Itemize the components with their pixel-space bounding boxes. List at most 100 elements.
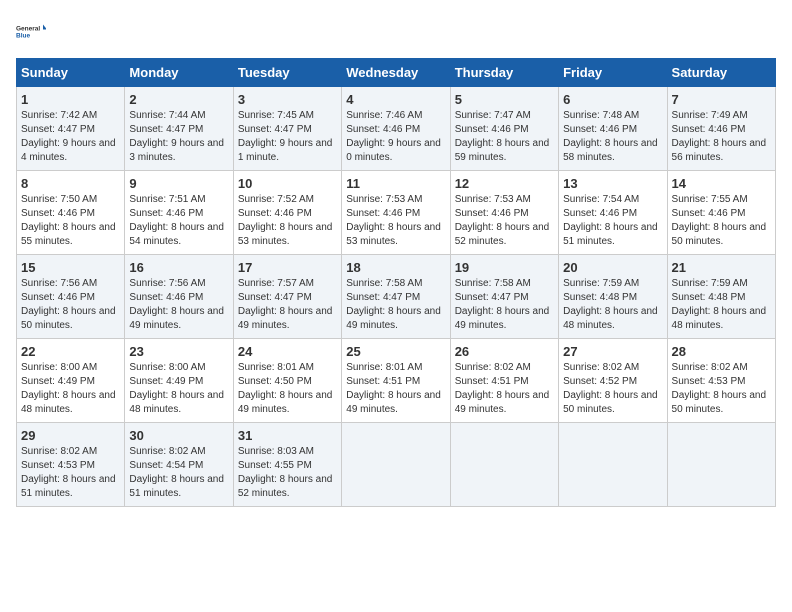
day-info: Sunrise: 8:00 AM Sunset: 4:49 PM Dayligh… xyxy=(129,361,228,417)
weekday-header-sunday: Sunday xyxy=(17,59,125,87)
week-row-1: 1 Sunrise: 7:42 AM Sunset: 4:47 PM Dayli… xyxy=(17,87,776,171)
day-number: 5 xyxy=(455,92,554,107)
calendar-cell: 5 Sunrise: 7:47 AM Sunset: 4:46 PM Dayli… xyxy=(450,87,558,171)
day-number: 21 xyxy=(672,260,771,275)
weekday-header-row: SundayMondayTuesdayWednesdayThursdayFrid… xyxy=(17,59,776,87)
day-number: 12 xyxy=(455,176,554,191)
day-info: Sunrise: 7:48 AM Sunset: 4:46 PM Dayligh… xyxy=(563,109,662,165)
day-number: 18 xyxy=(346,260,445,275)
day-number: 26 xyxy=(455,344,554,359)
day-number: 7 xyxy=(672,92,771,107)
calendar-cell: 12 Sunrise: 7:53 AM Sunset: 4:46 PM Dayl… xyxy=(450,171,558,255)
day-info: Sunrise: 8:02 AM Sunset: 4:52 PM Dayligh… xyxy=(563,361,662,417)
calendar-cell: 9 Sunrise: 7:51 AM Sunset: 4:46 PM Dayli… xyxy=(125,171,233,255)
day-number: 4 xyxy=(346,92,445,107)
calendar-cell: 2 Sunrise: 7:44 AM Sunset: 4:47 PM Dayli… xyxy=(125,87,233,171)
day-number: 20 xyxy=(563,260,662,275)
day-info: Sunrise: 7:46 AM Sunset: 4:46 PM Dayligh… xyxy=(346,109,445,165)
day-info: Sunrise: 7:56 AM Sunset: 4:46 PM Dayligh… xyxy=(129,277,228,333)
calendar-cell: 13 Sunrise: 7:54 AM Sunset: 4:46 PM Dayl… xyxy=(559,171,667,255)
day-number: 11 xyxy=(346,176,445,191)
calendar-cell: 17 Sunrise: 7:57 AM Sunset: 4:47 PM Dayl… xyxy=(233,255,341,339)
calendar-cell: 14 Sunrise: 7:55 AM Sunset: 4:46 PM Dayl… xyxy=(667,171,775,255)
day-info: Sunrise: 8:02 AM Sunset: 4:53 PM Dayligh… xyxy=(672,361,771,417)
day-info: Sunrise: 7:49 AM Sunset: 4:46 PM Dayligh… xyxy=(672,109,771,165)
day-number: 16 xyxy=(129,260,228,275)
weekday-header-thursday: Thursday xyxy=(450,59,558,87)
weekday-header-tuesday: Tuesday xyxy=(233,59,341,87)
calendar-cell: 22 Sunrise: 8:00 AM Sunset: 4:49 PM Dayl… xyxy=(17,339,125,423)
day-info: Sunrise: 7:55 AM Sunset: 4:46 PM Dayligh… xyxy=(672,193,771,249)
calendar-cell: 10 Sunrise: 7:52 AM Sunset: 4:46 PM Dayl… xyxy=(233,171,341,255)
calendar-cell: 28 Sunrise: 8:02 AM Sunset: 4:53 PM Dayl… xyxy=(667,339,775,423)
calendar-cell: 21 Sunrise: 7:59 AM Sunset: 4:48 PM Dayl… xyxy=(667,255,775,339)
day-number: 22 xyxy=(21,344,120,359)
calendar-cell: 20 Sunrise: 7:59 AM Sunset: 4:48 PM Dayl… xyxy=(559,255,667,339)
day-number: 31 xyxy=(238,428,337,443)
day-info: Sunrise: 7:50 AM Sunset: 4:46 PM Dayligh… xyxy=(21,193,120,249)
day-number: 25 xyxy=(346,344,445,359)
weekday-header-friday: Friday xyxy=(559,59,667,87)
svg-text:Blue: Blue xyxy=(16,33,30,40)
day-info: Sunrise: 7:56 AM Sunset: 4:46 PM Dayligh… xyxy=(21,277,120,333)
page-header: General Blue xyxy=(16,16,776,46)
day-number: 13 xyxy=(563,176,662,191)
day-info: Sunrise: 7:53 AM Sunset: 4:46 PM Dayligh… xyxy=(455,193,554,249)
day-number: 15 xyxy=(21,260,120,275)
calendar-cell: 23 Sunrise: 8:00 AM Sunset: 4:49 PM Dayl… xyxy=(125,339,233,423)
day-info: Sunrise: 7:42 AM Sunset: 4:47 PM Dayligh… xyxy=(21,109,120,165)
day-number: 29 xyxy=(21,428,120,443)
calendar-cell: 15 Sunrise: 7:56 AM Sunset: 4:46 PM Dayl… xyxy=(17,255,125,339)
day-info: Sunrise: 8:03 AM Sunset: 4:55 PM Dayligh… xyxy=(238,445,337,501)
week-row-2: 8 Sunrise: 7:50 AM Sunset: 4:46 PM Dayli… xyxy=(17,171,776,255)
day-number: 6 xyxy=(563,92,662,107)
calendar-cell: 26 Sunrise: 8:02 AM Sunset: 4:51 PM Dayl… xyxy=(450,339,558,423)
calendar-cell: 4 Sunrise: 7:46 AM Sunset: 4:46 PM Dayli… xyxy=(342,87,450,171)
weekday-header-saturday: Saturday xyxy=(667,59,775,87)
calendar-cell: 16 Sunrise: 7:56 AM Sunset: 4:46 PM Dayl… xyxy=(125,255,233,339)
day-number: 30 xyxy=(129,428,228,443)
day-info: Sunrise: 7:52 AM Sunset: 4:46 PM Dayligh… xyxy=(238,193,337,249)
day-info: Sunrise: 8:01 AM Sunset: 4:50 PM Dayligh… xyxy=(238,361,337,417)
day-info: Sunrise: 7:59 AM Sunset: 4:48 PM Dayligh… xyxy=(563,277,662,333)
day-info: Sunrise: 8:01 AM Sunset: 4:51 PM Dayligh… xyxy=(346,361,445,417)
calendar-cell: 11 Sunrise: 7:53 AM Sunset: 4:46 PM Dayl… xyxy=(342,171,450,255)
week-row-3: 15 Sunrise: 7:56 AM Sunset: 4:46 PM Dayl… xyxy=(17,255,776,339)
weekday-header-wednesday: Wednesday xyxy=(342,59,450,87)
calendar-cell: 1 Sunrise: 7:42 AM Sunset: 4:47 PM Dayli… xyxy=(17,87,125,171)
calendar-cell: 7 Sunrise: 7:49 AM Sunset: 4:46 PM Dayli… xyxy=(667,87,775,171)
day-number: 9 xyxy=(129,176,228,191)
day-info: Sunrise: 7:54 AM Sunset: 4:46 PM Dayligh… xyxy=(563,193,662,249)
day-info: Sunrise: 7:59 AM Sunset: 4:48 PM Dayligh… xyxy=(672,277,771,333)
calendar-cell xyxy=(667,423,775,507)
day-number: 27 xyxy=(563,344,662,359)
calendar-cell: 8 Sunrise: 7:50 AM Sunset: 4:46 PM Dayli… xyxy=(17,171,125,255)
day-number: 2 xyxy=(129,92,228,107)
logo-svg: General Blue xyxy=(16,16,46,46)
weekday-header-monday: Monday xyxy=(125,59,233,87)
day-number: 1 xyxy=(21,92,120,107)
calendar-cell xyxy=(559,423,667,507)
day-number: 23 xyxy=(129,344,228,359)
calendar-cell xyxy=(342,423,450,507)
day-info: Sunrise: 8:02 AM Sunset: 4:54 PM Dayligh… xyxy=(129,445,228,501)
calendar-cell: 25 Sunrise: 8:01 AM Sunset: 4:51 PM Dayl… xyxy=(342,339,450,423)
day-info: Sunrise: 7:51 AM Sunset: 4:46 PM Dayligh… xyxy=(129,193,228,249)
day-number: 3 xyxy=(238,92,337,107)
day-number: 28 xyxy=(672,344,771,359)
calendar-cell: 31 Sunrise: 8:03 AM Sunset: 4:55 PM Dayl… xyxy=(233,423,341,507)
calendar-cell: 19 Sunrise: 7:58 AM Sunset: 4:47 PM Dayl… xyxy=(450,255,558,339)
day-info: Sunrise: 7:58 AM Sunset: 4:47 PM Dayligh… xyxy=(346,277,445,333)
logo: General Blue xyxy=(16,16,46,46)
day-info: Sunrise: 7:47 AM Sunset: 4:46 PM Dayligh… xyxy=(455,109,554,165)
day-info: Sunrise: 8:02 AM Sunset: 4:53 PM Dayligh… xyxy=(21,445,120,501)
day-number: 14 xyxy=(672,176,771,191)
day-info: Sunrise: 7:53 AM Sunset: 4:46 PM Dayligh… xyxy=(346,193,445,249)
day-number: 19 xyxy=(455,260,554,275)
svg-text:General: General xyxy=(16,26,40,33)
calendar-cell xyxy=(450,423,558,507)
day-number: 24 xyxy=(238,344,337,359)
calendar-cell: 29 Sunrise: 8:02 AM Sunset: 4:53 PM Dayl… xyxy=(17,423,125,507)
calendar-cell: 18 Sunrise: 7:58 AM Sunset: 4:47 PM Dayl… xyxy=(342,255,450,339)
calendar-cell: 6 Sunrise: 7:48 AM Sunset: 4:46 PM Dayli… xyxy=(559,87,667,171)
